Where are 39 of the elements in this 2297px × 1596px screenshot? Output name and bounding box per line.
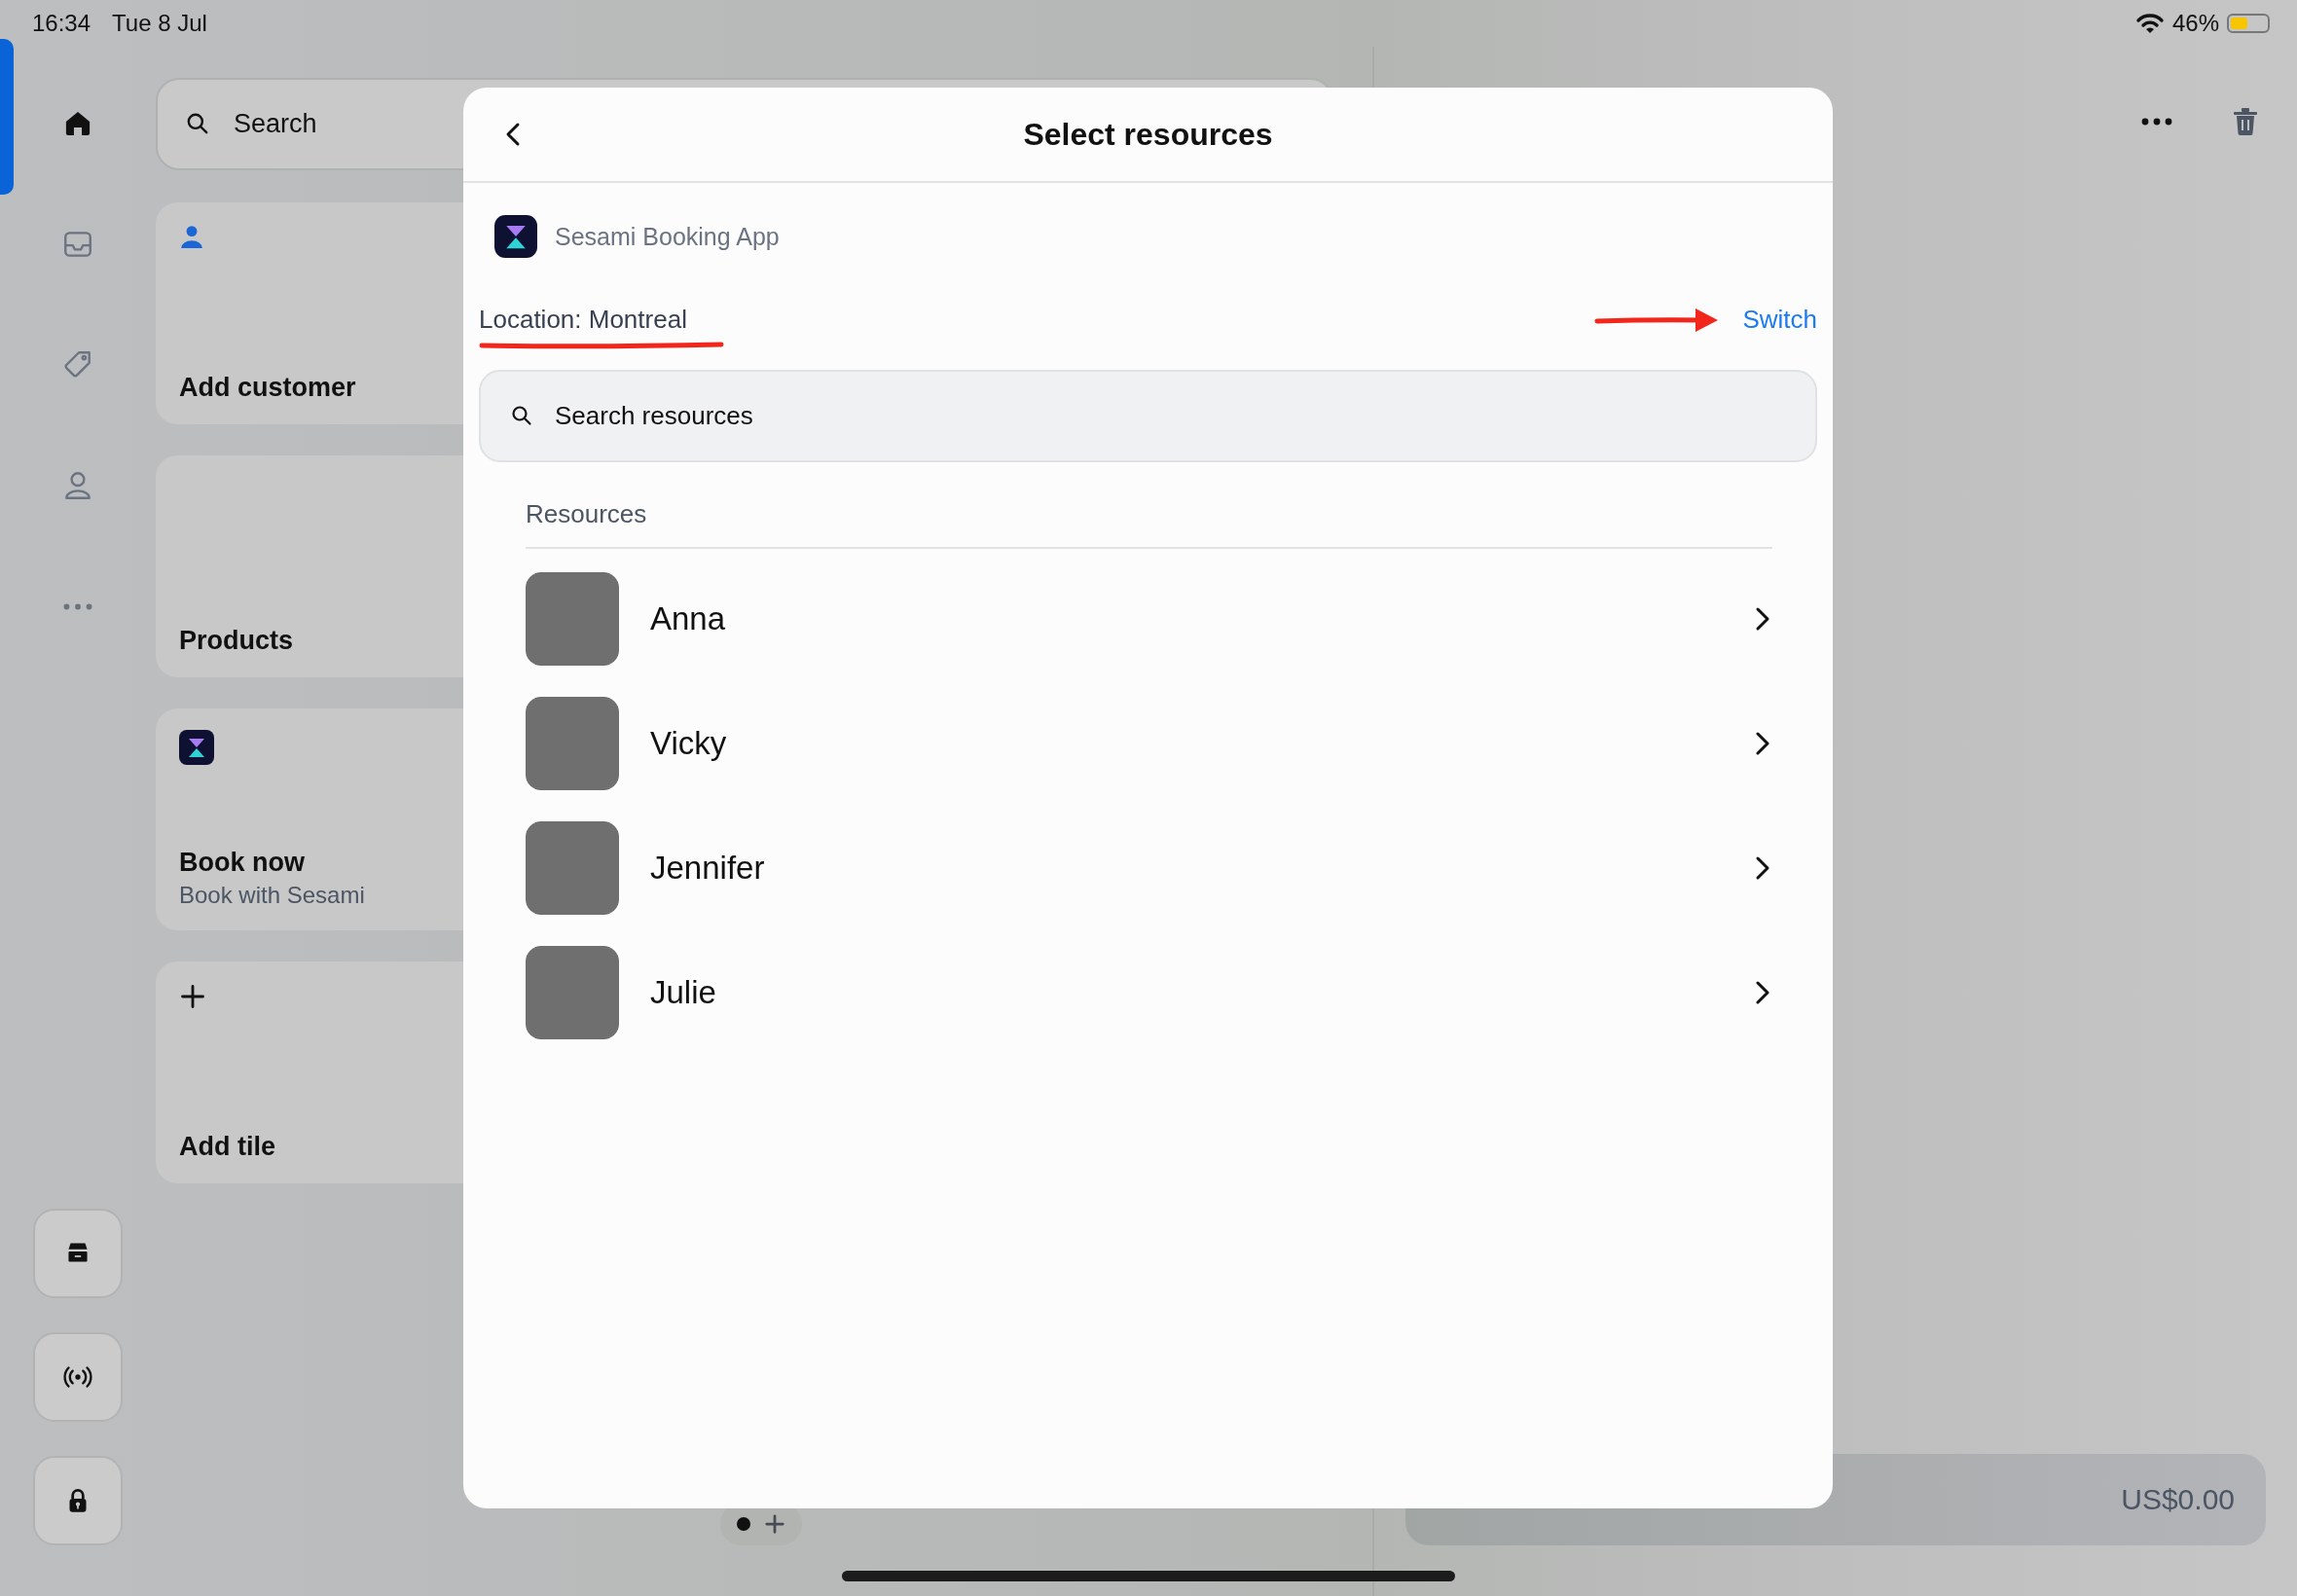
page-dot — [737, 1517, 750, 1531]
tile-title: Add tile — [179, 1132, 276, 1162]
resource-row[interactable]: Jennifer — [526, 821, 1772, 915]
section-heading: Resources — [526, 499, 1772, 549]
rail-button[interactable] — [33, 1332, 123, 1422]
more-icon — [63, 602, 92, 610]
modal-title: Select resources — [1023, 116, 1273, 153]
more-icon[interactable] — [2141, 117, 2172, 127]
chevron-right-icon — [1755, 980, 1770, 1005]
tile-title: Products — [179, 626, 295, 656]
total-amount: US$0.00 — [2121, 1483, 2235, 1516]
battery-icon — [2227, 14, 2270, 33]
chevron-right-icon — [1755, 606, 1770, 632]
trash-icon[interactable] — [2233, 107, 2258, 136]
switch-link[interactable]: Switch — [1742, 305, 1817, 335]
resource-name: Julie — [650, 974, 717, 1011]
app-logo-icon — [179, 730, 214, 765]
search-field[interactable]: Search resources — [479, 370, 1817, 462]
search-icon — [510, 404, 533, 427]
rail-button[interactable] — [33, 1209, 123, 1298]
app-logo-icon — [494, 215, 537, 258]
search-icon — [185, 111, 210, 136]
battery-percent: 46% — [2171, 10, 2219, 37]
wifi-icon — [2134, 12, 2165, 35]
chevron-right-icon — [1755, 855, 1770, 881]
plus-icon — [179, 983, 206, 1010]
resource-row[interactable]: Vicky — [526, 697, 1772, 790]
resource-row[interactable]: Anna — [526, 572, 1772, 666]
resource-row[interactable]: Julie — [526, 946, 1772, 1039]
plus-icon — [764, 1513, 785, 1535]
chevron-right-icon — [1755, 731, 1770, 756]
status-time: 16:34 — [32, 10, 91, 37]
rail-button[interactable] — [33, 1456, 123, 1545]
status-date: Tue 8 Jul — [112, 10, 207, 37]
tile-subtitle: Book with Sesami — [179, 882, 366, 909]
person-icon — [179, 224, 204, 249]
location-label: Location: Montreal — [479, 305, 688, 335]
back-chevron-icon[interactable] — [504, 122, 522, 147]
tile-title: Add customer — [179, 373, 357, 403]
